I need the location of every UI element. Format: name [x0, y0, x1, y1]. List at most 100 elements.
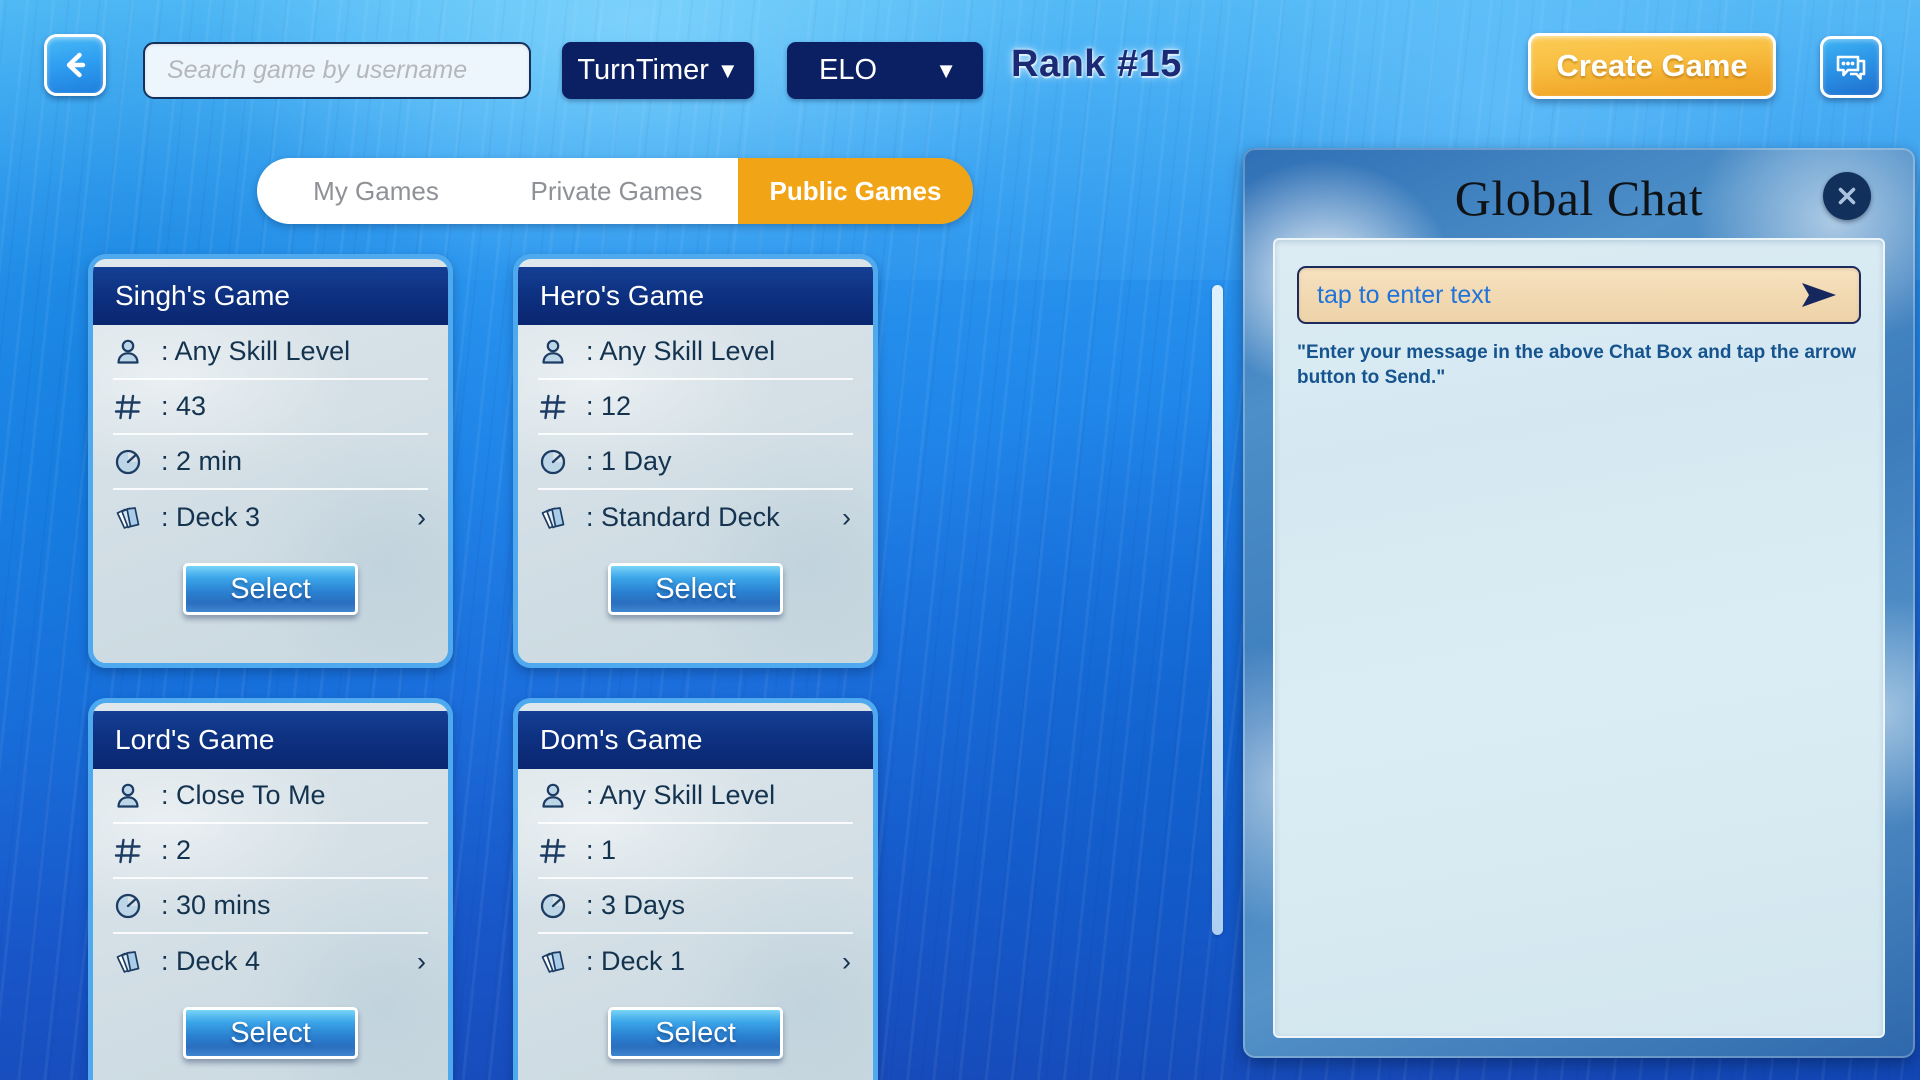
game-card[interactable]: Lord's Game : Close To Me: 2: 30 mins …: [88, 698, 453, 1080]
game-number-value: : 43: [161, 391, 207, 421]
game-title: Dom's Game: [540, 724, 703, 755]
chat-message-area: "Enter your message in the above Chat Bo…: [1273, 238, 1885, 1038]
game-number-value: : 12: [586, 391, 632, 421]
timer-icon: [538, 891, 586, 921]
timer-icon: [113, 891, 161, 921]
game-card-details: : Any Skill Level : 12: 1 Day: Standar…: [518, 325, 873, 545]
game-number-row: : 1: [538, 824, 853, 879]
hash-icon: [538, 392, 586, 422]
turntimer-filter-dropdown[interactable]: TurnTimer ▼: [562, 42, 754, 99]
game-deck-value: : Deck 4: [161, 946, 261, 976]
global-chat-title: Global Chat: [1454, 170, 1704, 226]
card-deck-icon: [538, 503, 586, 533]
game-title: Singh's Game: [115, 280, 290, 311]
chevron-right-icon[interactable]: ›: [417, 502, 426, 533]
game-deck-row[interactable]: : Deck 3 ›: [113, 490, 428, 545]
chevron-down-icon: ▼: [935, 57, 957, 83]
tab-public-games[interactable]: Public Games: [738, 158, 973, 224]
game-deck-value: : Deck 1: [586, 946, 686, 976]
game-timer-row: : 2 min: [113, 435, 428, 490]
game-number-row: : 12: [538, 380, 853, 435]
game-deck-row[interactable]: : Standard Deck ›: [538, 490, 853, 545]
timer-icon: [113, 447, 161, 477]
game-skill-row: : Any Skill Level: [538, 325, 853, 380]
game-card-title-ribbon: Singh's Game: [93, 267, 448, 325]
chevron-down-icon: ▼: [716, 57, 739, 83]
game-number-row: : 43: [113, 380, 428, 435]
hash-icon: [113, 836, 161, 866]
arrow-left-icon: [58, 48, 92, 82]
tab-private-games-label: Private Games: [530, 175, 703, 206]
game-skill-row: : Close To Me: [113, 769, 428, 824]
chat-toggle-button[interactable]: [1820, 36, 1882, 98]
game-skill-value: : Any Skill Level: [586, 780, 776, 810]
game-timer-row: : 30 mins: [113, 879, 428, 934]
chat-bubbles-icon: [1832, 48, 1870, 86]
hash-icon: [538, 836, 586, 866]
game-card-details: : Close To Me : 2: 30 mins: Deck 4 ›: [93, 769, 448, 989]
person-icon: [113, 337, 161, 367]
game-skill-value: : Close To Me: [161, 780, 326, 810]
chat-close-button[interactable]: [1823, 172, 1871, 220]
game-deck-value: : Deck 3: [161, 502, 261, 532]
game-skill-value: : Any Skill Level: [161, 336, 351, 366]
tab-my-games[interactable]: My Games: [257, 158, 495, 224]
game-card[interactable]: Singh's Game : Any Skill Level: 43: 2 …: [88, 254, 453, 668]
back-button[interactable]: [44, 34, 106, 96]
game-title: Lord's Game: [115, 724, 275, 755]
game-card-title-ribbon: Hero's Game: [518, 267, 873, 325]
person-icon: [113, 781, 161, 811]
games-list-scrollbar[interactable]: [1212, 285, 1223, 935]
rank-label: Rank #15: [1011, 43, 1182, 85]
game-card-title-ribbon: Dom's Game: [518, 711, 873, 769]
tab-private-games[interactable]: Private Games: [495, 158, 738, 224]
select-game-button[interactable]: Select: [183, 563, 358, 615]
card-deck-icon: [538, 947, 586, 977]
select-game-button[interactable]: Select: [608, 563, 783, 615]
tab-public-games-label: Public Games: [769, 175, 942, 206]
tab-my-games-label: My Games: [313, 175, 439, 206]
hash-icon: [113, 392, 161, 422]
card-deck-icon: [113, 503, 161, 533]
select-game-button[interactable]: Select: [608, 1007, 783, 1059]
game-card-details: : Any Skill Level : 1: 3 Days: Deck 1 …: [518, 769, 873, 989]
game-card[interactable]: Hero's Game : Any Skill Level: 12: 1 D…: [513, 254, 878, 668]
chevron-right-icon[interactable]: ›: [417, 946, 426, 977]
game-timer-value: : 2 min: [161, 446, 243, 476]
send-arrow-icon: [1798, 280, 1840, 310]
game-timer-row: : 1 Day: [538, 435, 853, 490]
game-skill-row: : Any Skill Level: [538, 769, 853, 824]
elo-filter-label: ELO: [819, 54, 878, 86]
turntimer-filter-label: TurnTimer: [577, 54, 709, 86]
chat-input-row: [1297, 266, 1861, 324]
person-icon: [538, 337, 586, 367]
top-header-bar: TurnTimer ▼ ELO ▼ Rank #15 Create Game: [0, 0, 1920, 120]
chat-message-input[interactable]: [1317, 280, 1797, 310]
game-number-value: : 2: [161, 835, 192, 865]
game-card[interactable]: Dom's Game : Any Skill Level: 1: 3 Day…: [513, 698, 878, 1080]
game-title: Hero's Game: [540, 280, 705, 311]
game-deck-row[interactable]: : Deck 4 ›: [113, 934, 428, 989]
game-lobby-screen: TurnTimer ▼ ELO ▼ Rank #15 Create Game: [0, 0, 1920, 1080]
game-card-title-ribbon: Lord's Game: [93, 711, 448, 769]
games-tab-bar: My Games Private Games Public Games: [257, 158, 973, 224]
game-timer-value: : 1 Day: [586, 446, 672, 476]
create-game-button[interactable]: Create Game: [1528, 33, 1776, 99]
timer-icon: [538, 447, 586, 477]
select-game-button[interactable]: Select: [183, 1007, 358, 1059]
game-timer-row: : 3 Days: [538, 879, 853, 934]
game-number-row: : 2: [113, 824, 428, 879]
chevron-right-icon[interactable]: ›: [842, 946, 851, 977]
chevron-right-icon[interactable]: ›: [842, 502, 851, 533]
search-input[interactable]: [143, 42, 531, 99]
elo-filter-dropdown[interactable]: ELO ▼: [787, 42, 983, 99]
game-deck-row[interactable]: : Deck 1 ›: [538, 934, 853, 989]
game-timer-value: : 30 mins: [161, 890, 271, 920]
chat-send-button[interactable]: [1797, 276, 1841, 314]
game-number-value: : 1: [586, 835, 617, 865]
game-skill-row: : Any Skill Level: [113, 325, 428, 380]
person-icon: [538, 781, 586, 811]
game-deck-value: : Standard Deck: [586, 502, 780, 532]
game-skill-value: : Any Skill Level: [586, 336, 776, 366]
game-card-details: : Any Skill Level : 43: 2 min: Deck 3 …: [93, 325, 448, 545]
